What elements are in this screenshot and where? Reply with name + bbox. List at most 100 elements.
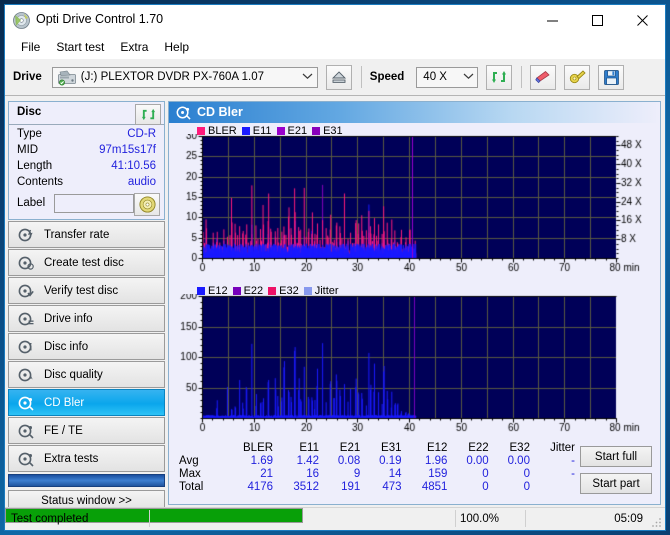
application-window: Opti Drive Control 1.70 File Start test …: [4, 4, 666, 531]
speed-value: 40 X: [423, 71, 447, 83]
menu-file[interactable]: File: [13, 38, 48, 56]
statistics-table: BLER E11 E21 E31 E12 E22 E32 Jitter Avg: [171, 442, 581, 494]
eject-button[interactable]: [325, 64, 352, 90]
disc-value-length: 41:10.56: [111, 160, 156, 172]
disc-key-label: Label: [17, 197, 46, 209]
start-full-button[interactable]: Start full: [580, 446, 652, 467]
disc-refresh-button[interactable]: [135, 104, 161, 125]
sidebar-label: Drive info: [44, 312, 93, 325]
cell-total-e11: 3512: [293, 481, 319, 493]
sidebar-item-extra-tests[interactable]: Extra tests: [8, 445, 165, 472]
table-row: Avg 1.69 1.42 0.08 0.19 1.96 0.00 0.00 -: [171, 455, 581, 468]
tools-button[interactable]: [564, 64, 591, 90]
sidebar-item-fe-te[interactable]: FE / TE: [8, 417, 165, 444]
menu-extra[interactable]: Extra: [112, 38, 156, 56]
sidebar-label: Create test disc: [44, 256, 124, 269]
cell-max-e22: 0: [482, 468, 489, 480]
cell-total-e31: 473: [382, 481, 402, 493]
start-part-label: Start part: [592, 477, 640, 490]
cell-total-e21: 191: [341, 481, 361, 493]
status-sep-3: [525, 510, 526, 527]
menu-help[interactable]: Help: [156, 38, 197, 56]
speed-label: Speed: [369, 71, 405, 83]
disc-create-icon: [18, 255, 34, 271]
chart-panel-header: CD Bler: [169, 102, 660, 123]
sidebar-item-cd-bler[interactable]: CD Bler: [8, 389, 165, 416]
sidebar-item-verify-test-disc[interactable]: Verify test disc: [8, 277, 165, 304]
status-sep-2: [455, 510, 456, 527]
progress-percent: 100.0%: [460, 512, 500, 525]
toolbar: Drive (J:) PLEXTOR DVDR PX-760A 1.07 Spe…: [5, 58, 665, 96]
cell-max-e32: 0: [523, 468, 530, 480]
cell-avg-bler: 1.69: [250, 455, 274, 467]
status-text: Test completed: [11, 512, 89, 525]
disc-row-length: Length 41:10.56: [9, 160, 164, 176]
app-disc-icon: [13, 12, 30, 29]
status-window-label: Status window >>: [41, 494, 132, 507]
disc-value-contents: audio: [127, 176, 156, 188]
title-bar: Opti Drive Control 1.70: [5, 5, 665, 36]
sidebar-item-create-test-disc[interactable]: Create test disc: [8, 249, 165, 276]
drive-label: Drive: [13, 71, 42, 83]
chart-panel: CD Bler BLER E11 E21 E31 E12 E22 E32 Jit…: [168, 101, 661, 505]
cell-avg-e12: 1.96: [425, 455, 448, 467]
speed-select[interactable]: 40 X: [416, 66, 479, 88]
cell-max-bler: 21: [260, 468, 274, 480]
disc-key-contents: Contents: [17, 176, 64, 188]
navigation-list: Transfer rate Create test disc Verify te…: [8, 221, 165, 511]
status-bar: Test completed 100.0% 05:09: [5, 507, 665, 530]
cell-total-e12: 4851: [421, 481, 448, 493]
disc-extra-icon: [18, 451, 34, 467]
column-header-e31: E31: [381, 442, 402, 454]
table-row: Max 21 16 9 14 159 0 0 -: [171, 468, 581, 481]
close-button[interactable]: [620, 5, 665, 35]
cell-total-e32: 0: [523, 481, 530, 493]
menu-bar: File Start test Extra Help: [5, 36, 665, 58]
disc-label-input[interactable]: [54, 194, 134, 213]
cell-total-jitter: [536, 481, 581, 494]
disc-panel-title: Disc: [17, 106, 42, 118]
sidebar-item-drive-info[interactable]: Drive info: [8, 305, 165, 332]
table-corner: [171, 442, 227, 455]
sidebar-item-transfer-rate[interactable]: Transfer rate: [8, 221, 165, 248]
disc-key-length: Length: [17, 160, 53, 172]
column-header-e32: E32: [509, 442, 530, 454]
drive-select[interactable]: (J:) PLEXTOR DVDR PX-760A 1.07: [51, 66, 318, 88]
cell-max-e11: 16: [306, 468, 319, 480]
disc-discinfo-icon: [18, 339, 34, 355]
cell-avg-e21: 0.08: [337, 455, 361, 467]
sidebar: Disc Type CD-R MID 97m15s17f Length 41:1…: [8, 101, 165, 511]
row-label-avg: Avg: [179, 455, 199, 467]
disc-quality-icon: [18, 367, 34, 383]
disc-label-button[interactable]: [134, 193, 160, 216]
cell-max-e21: 9: [353, 468, 361, 480]
start-part-button[interactable]: Start part: [580, 473, 652, 494]
refresh-button[interactable]: [486, 64, 513, 90]
column-header-jitter: Jitter: [550, 442, 575, 454]
cell-total-bler: 4176: [247, 481, 274, 493]
sidebar-label: CD Bler: [44, 396, 85, 409]
sidebar-label: Transfer rate: [44, 228, 110, 241]
sidebar-item-disc-quality[interactable]: Disc quality: [8, 361, 165, 388]
disc-panel-header: Disc: [9, 102, 164, 125]
minimize-button[interactable]: [530, 5, 575, 35]
disc-verify-icon: [18, 283, 34, 299]
disc-value-type: CD-R: [127, 128, 156, 140]
column-header-bler: BLER: [243, 442, 274, 454]
disc-panel: Disc Type CD-R MID 97m15s17f Length 41:1…: [8, 101, 165, 220]
disc-row-contents: Contents audio: [9, 176, 164, 192]
erase-button[interactable]: [530, 64, 557, 90]
cell-max-jitter: -: [571, 468, 575, 480]
save-button[interactable]: [598, 64, 625, 90]
sidebar-label: Disc quality: [44, 368, 103, 381]
maximize-button[interactable]: [575, 5, 620, 35]
disc-row-mid: MID 97m15s17f: [9, 144, 164, 160]
disc-row-type: Type CD-R: [9, 128, 164, 144]
menu-start-test[interactable]: Start test: [48, 38, 112, 56]
toolbar-separator-1: [360, 66, 362, 88]
column-header-e11: E11: [299, 442, 319, 454]
row-label-total: Total: [179, 481, 204, 493]
sidebar-item-disc-info[interactable]: Disc info: [8, 333, 165, 360]
cell-avg-jitter: -: [571, 455, 575, 467]
resize-grip-icon[interactable]: [651, 516, 663, 528]
